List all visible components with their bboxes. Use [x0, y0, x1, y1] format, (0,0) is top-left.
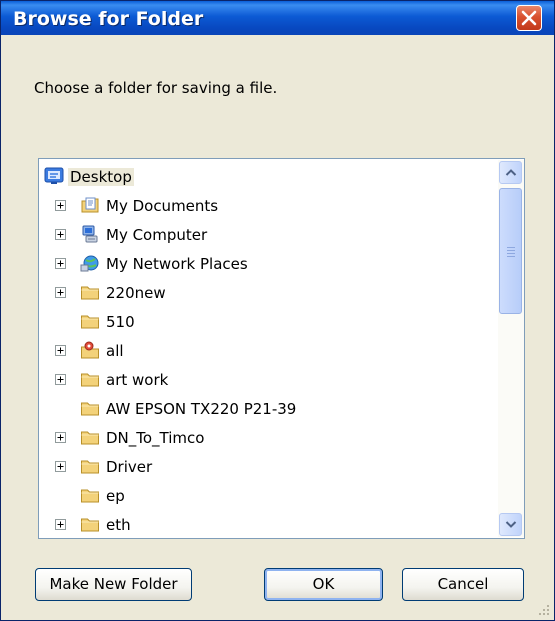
- network-places-icon: [80, 253, 100, 273]
- scroll-thumb[interactable]: [499, 188, 522, 314]
- window-title: Browse for Folder: [13, 8, 204, 30]
- expand-plus-icon[interactable]: [55, 287, 66, 298]
- chevron-up-icon: [505, 169, 517, 176]
- expand-plus-icon[interactable]: [55, 374, 66, 385]
- tree-row[interactable]: My Computer: [39, 220, 499, 249]
- resize-grip-icon[interactable]: [538, 604, 550, 616]
- tree-row[interactable]: eth: [39, 510, 499, 538]
- expand-plus-icon[interactable]: [55, 200, 66, 211]
- ok-button[interactable]: OK: [264, 568, 383, 601]
- desktop-icon: [44, 166, 64, 186]
- tree-row[interactable]: DN_To_Timco: [39, 423, 499, 452]
- tree-row[interactable]: ep: [39, 481, 499, 510]
- title-bar[interactable]: Browse for Folder: [1, 1, 554, 35]
- tree-item-label[interactable]: 220new: [106, 284, 166, 302]
- tree-item-label[interactable]: My Network Places: [106, 255, 248, 273]
- browse-for-folder-dialog: Browse for Folder Choose a folder for sa…: [0, 0, 555, 621]
- dialog-prompt: Choose a folder for saving a file.: [34, 79, 278, 97]
- tree-row[interactable]: Desktop: [39, 162, 499, 191]
- my-computer-icon: [80, 224, 100, 244]
- folder-icon: [80, 398, 100, 418]
- scroll-up-button[interactable]: [499, 161, 522, 184]
- chevron-down-icon: [505, 521, 517, 528]
- close-icon: [521, 10, 537, 26]
- tree-item-label[interactable]: My Computer: [106, 226, 207, 244]
- folder-icon: [80, 427, 100, 447]
- tree-item-label[interactable]: AW EPSON TX220 P21-39: [106, 400, 296, 418]
- my-documents-icon: [80, 195, 100, 215]
- tree-row[interactable]: AW EPSON TX220 P21-39: [39, 394, 499, 423]
- thumb-grip-line: [507, 247, 515, 248]
- close-button[interactable]: [516, 5, 542, 31]
- tree-item-label[interactable]: Desktop: [68, 168, 134, 186]
- tree-row[interactable]: 220new: [39, 278, 499, 307]
- tree-item-label[interactable]: all: [106, 342, 124, 360]
- folder-icon: [80, 282, 100, 302]
- cancel-button[interactable]: Cancel: [402, 568, 524, 601]
- tree-row[interactable]: art work: [39, 365, 499, 394]
- tree-item-label[interactable]: eth: [106, 516, 131, 534]
- tree-row[interactable]: Driver: [39, 452, 499, 481]
- folder-icon: [80, 485, 100, 505]
- tree-item-label[interactable]: DN_To_Timco: [106, 429, 204, 447]
- shared-folder-icon: [80, 340, 100, 360]
- expand-plus-icon[interactable]: [55, 461, 66, 472]
- folder-icon: [80, 514, 100, 534]
- tree-row[interactable]: all: [39, 336, 499, 365]
- make-new-folder-button[interactable]: Make New Folder: [35, 568, 192, 601]
- tree-item-label[interactable]: Driver: [106, 458, 152, 476]
- scroll-down-button[interactable]: [499, 513, 522, 536]
- thumb-grip-line: [507, 250, 515, 251]
- tree-row[interactable]: My Network Places: [39, 249, 499, 278]
- thumb-grip-line: [507, 256, 515, 257]
- tree-item-label[interactable]: ep: [106, 487, 125, 505]
- tree-item-label[interactable]: art work: [106, 371, 168, 389]
- folder-tree[interactable]: Desktop My Documents My Computer My Network…: [38, 158, 525, 539]
- vertical-scrollbar[interactable]: [498, 160, 524, 537]
- expand-plus-icon[interactable]: [55, 229, 66, 240]
- tree-item-label[interactable]: My Documents: [106, 197, 218, 215]
- expand-plus-icon[interactable]: [55, 258, 66, 269]
- tree-item-label[interactable]: 510: [106, 313, 135, 331]
- expand-plus-icon[interactable]: [55, 432, 66, 443]
- thumb-grip-line: [507, 253, 515, 254]
- expand-plus-icon[interactable]: [55, 519, 66, 530]
- tree-row[interactable]: My Documents: [39, 191, 499, 220]
- expand-plus-icon[interactable]: [55, 345, 66, 356]
- tree-row[interactable]: 510: [39, 307, 499, 336]
- folder-icon: [80, 369, 100, 389]
- folder-icon: [80, 311, 100, 331]
- folder-icon: [80, 456, 100, 476]
